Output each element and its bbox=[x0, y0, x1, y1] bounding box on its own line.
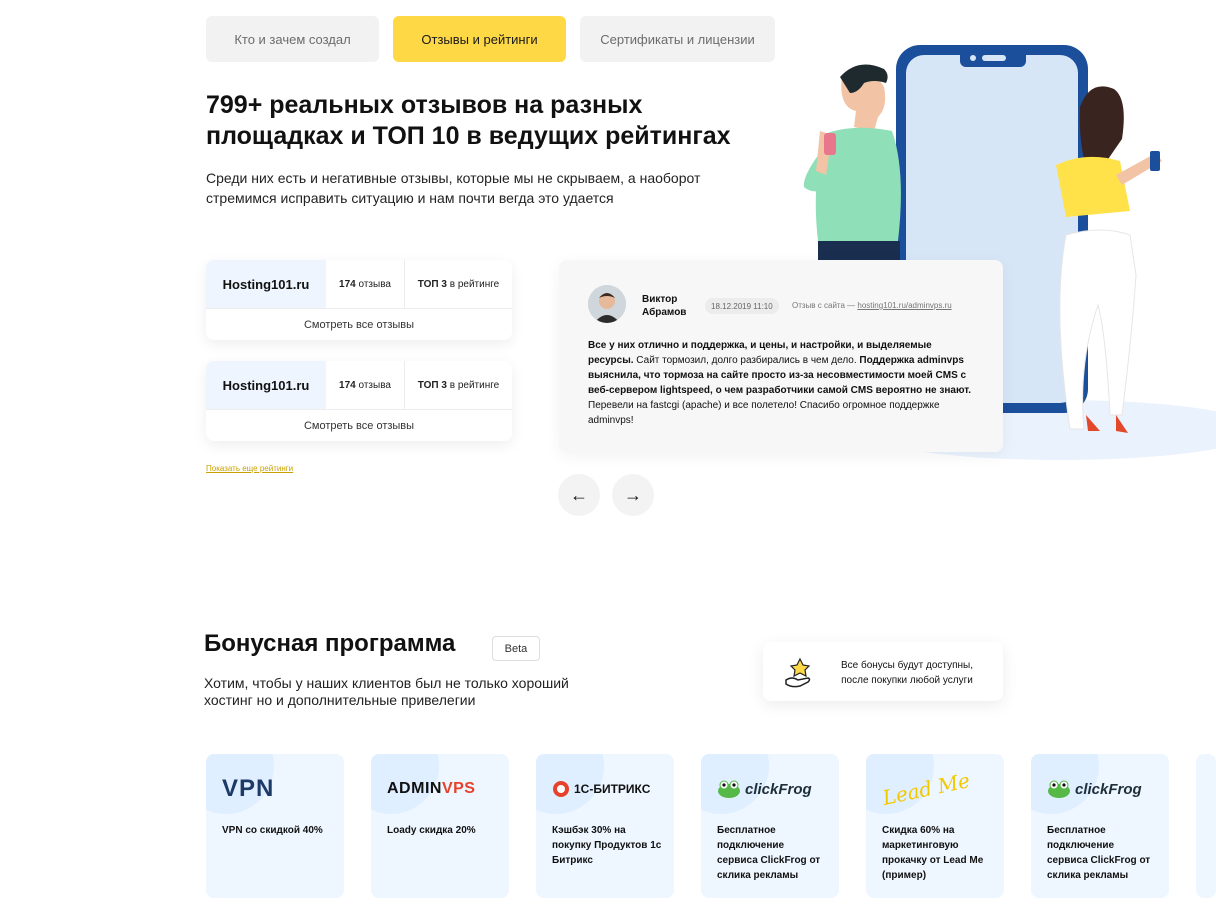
review-source: Отзыв с сайта — hosting101.ru/adminvps.r… bbox=[792, 301, 952, 310]
rating-card: Hosting101.ru 174 отзыва ТОП 3 в рейтинг… bbox=[206, 260, 512, 340]
bonus-card-vpn[interactable]: VPN VPN со скидкой 40% bbox=[206, 754, 344, 898]
bonus-card-clickfrog-2[interactable]: clickFrog Бесплатное подключение сервиса… bbox=[1031, 754, 1169, 898]
next-review-button[interactable]: → bbox=[612, 474, 654, 516]
review-date: 18.12.2019 11:10 bbox=[705, 298, 779, 314]
bonus-title: Бонусная программа bbox=[204, 630, 456, 657]
arrow-right-icon: → bbox=[624, 484, 642, 505]
beta-badge: Beta bbox=[492, 636, 540, 661]
tab-about[interactable]: Кто и зачем создал bbox=[206, 16, 379, 62]
see-all-reviews-link[interactable]: Смотреть все отзывы bbox=[206, 309, 512, 340]
bonus-card-leadme[interactable]: Lead Me Скидка 60% на маркетинговую прок… bbox=[866, 754, 1004, 898]
review-card: Виктор Абрамов 18.12.2019 11:10 Отзыв с … bbox=[559, 260, 1003, 452]
review-source-link[interactable]: hosting101.ru/adminvps.ru bbox=[857, 301, 951, 310]
clickfrog-logo: clickFrog bbox=[1047, 772, 1142, 806]
adminvps-logo: ADMIN VPS bbox=[387, 780, 476, 797]
arrow-left-icon: ← bbox=[570, 484, 588, 505]
bonus-card-partial[interactable] bbox=[1196, 754, 1216, 898]
rating-card: Hosting101.ru 174 отзыва ТОП 3 в рейтинг… bbox=[206, 361, 512, 441]
clickfrog-logo: clickFrog bbox=[717, 772, 812, 806]
rating-site: Hosting101.ru bbox=[206, 260, 326, 308]
tab-reviews[interactable]: Отзывы и рейтинги bbox=[393, 16, 566, 62]
bitrix-logo: 1С-БИТРИКС bbox=[552, 772, 650, 806]
lead-text: Среди них есть и негативные отзывы, кото… bbox=[206, 170, 701, 206]
hand-star-icon bbox=[785, 657, 811, 688]
vpn-logo: VPN bbox=[222, 775, 275, 802]
bonus-card-clickfrog[interactable]: clickFrog Бесплатное подключение сервиса… bbox=[701, 754, 839, 898]
rating-count: 174 отзыва bbox=[326, 361, 405, 409]
bonus-notice: Все бонусы будут доступны, после покупки… bbox=[763, 642, 1003, 701]
see-all-reviews-link[interactable]: Смотреть все отзывы bbox=[206, 410, 512, 441]
review-author: Виктор Абрамов bbox=[642, 294, 687, 318]
more-ratings-link[interactable]: Показать еще рейтинги bbox=[206, 464, 293, 473]
rating-site: Hosting101.ru bbox=[206, 361, 326, 409]
avatar bbox=[588, 285, 626, 323]
rating-position: ТОП 3 в рейтинге bbox=[417, 379, 500, 391]
bonus-lead: Хотим, чтобы у наших клиентов был не тол… bbox=[204, 675, 569, 708]
page-title: 799+ реальных отзывов на разных площадка… bbox=[206, 91, 731, 150]
review-text: Все у них отлично и поддержка, и цены, и… bbox=[588, 340, 972, 426]
rating-count: 174 отзыва bbox=[326, 260, 405, 308]
rating-position: ТОП 3 в рейтинге bbox=[417, 278, 500, 290]
bonus-card-bitrix[interactable]: 1С-БИТРИКС Кэшбэк 30% на покупку Продукт… bbox=[536, 754, 674, 898]
prev-review-button[interactable]: ← bbox=[558, 474, 600, 516]
bonus-card-adminvps[interactable]: ADMIN VPS Loady скидка 20% bbox=[371, 754, 509, 898]
